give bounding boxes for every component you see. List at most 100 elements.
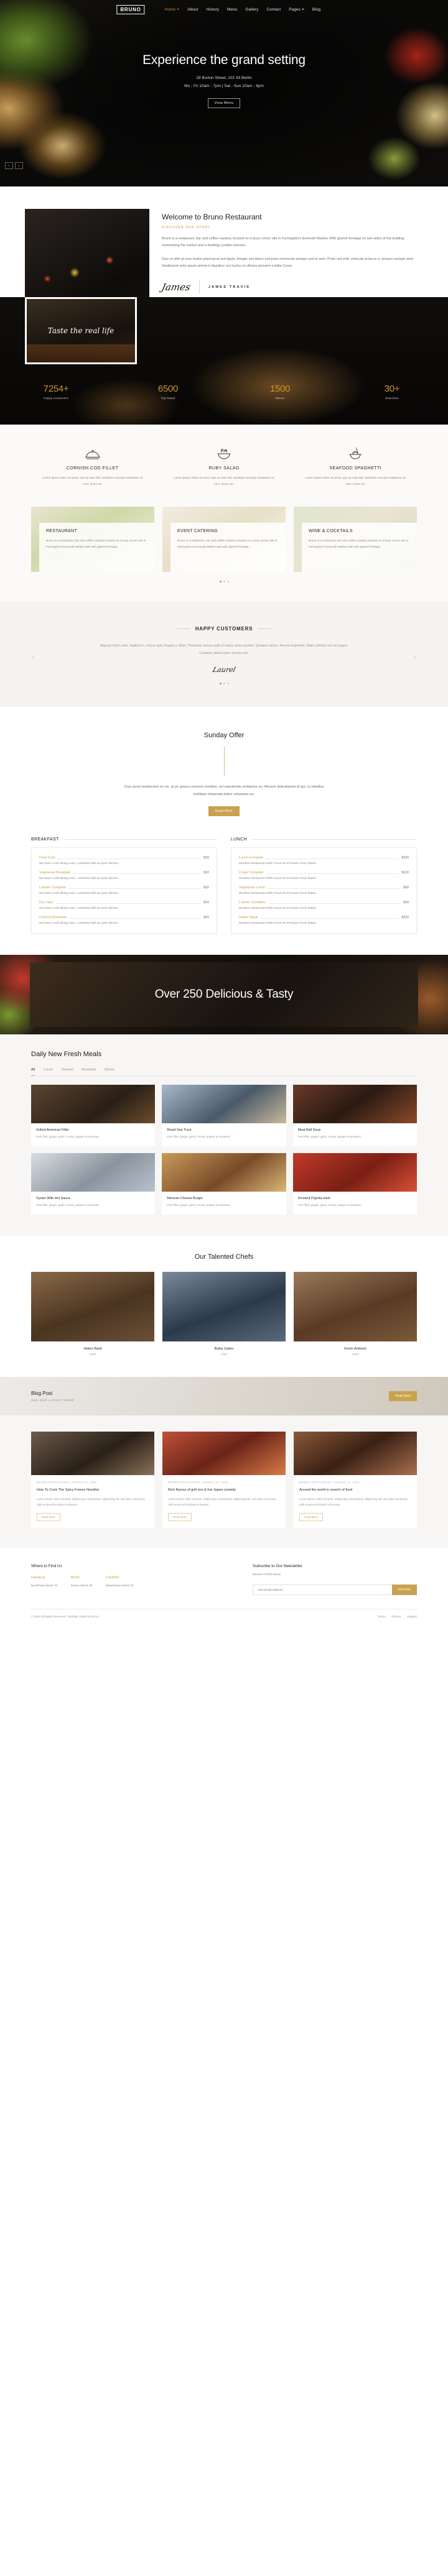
testimonial-prev-icon[interactable]: ‹ [32,654,35,661]
nav-item-home[interactable]: Home [164,7,180,12]
nav-label: Menu [227,7,238,12]
chefs-heading: Our Talented Chefs [194,1253,254,1261]
view-menu-button[interactable]: View Menu [208,98,240,108]
services-carousel-dots [31,572,417,583]
filter-tab-lunch[interactable]: Lunch [44,1068,53,1072]
carousel-dot[interactable] [223,581,225,583]
meal-card[interactable]: Smoked Paprika Ham Pork fillet, ginger, g… [292,1153,417,1215]
stat-label: Happy Customers [44,397,68,400]
dish-desc: Lorem ipsum dolor sit amet, quo at case … [174,477,274,487]
chef-card[interactable]: Baba Jadoo Chef [162,1271,286,1356]
filter-tab-breakfast[interactable]: Breakfast [82,1068,96,1072]
menu-item: Dry Cake $16 We have a soft dining room, c… [39,901,209,910]
meal-card[interactable]: Mexican Cheese Burger Pork fillet, ginger… [162,1153,286,1215]
offer-read-more-button[interactable]: Read More [208,806,240,817]
blog-read-more-button[interactable]: Read More [299,1512,323,1521]
stat-item: 30+ Branches [336,384,448,400]
blog-card[interactable]: BRUNO RESTAURANT | MARCH 12, 2020 Rich fl… [162,1431,286,1528]
nav-item-gallery[interactable]: Gallery [246,7,259,12]
filter-tab-dessert[interactable]: Dessert [62,1068,73,1072]
blog-band-subtitle: SEE OUR LATEST NEWS [31,1398,75,1402]
chevron-down-icon [301,9,304,10]
featured-dishes-section: CORNISH COD FILLET Lorem ipsum dolor sit… [0,425,448,507]
menu-item-price: $60 [403,886,409,890]
menu-item-name: Chinese Breakfast [39,916,67,920]
carousel-dot[interactable] [226,581,229,583]
blog-card[interactable]: BRUNO RESTAURANT | MARCH 12, 2020 How To … [31,1431,154,1528]
site-footer: Where to Find Us Hamburg Burchhard Street… [0,1547,448,1626]
meal-card[interactable]: Roast Sea Trout Pork fillet, ginger, garl… [162,1085,286,1147]
carousel-dot[interactable] [219,683,222,684]
dish-card[interactable]: CORNISH COD FILLET Lorem ipsum dolor sit… [31,446,154,488]
menu-item-desc: Mordern Restaurant With Focus On Premium… [239,877,317,881]
newsletter-subscribe-button[interactable]: Subscribe [391,1584,417,1595]
stat-label: Top Rated [161,397,175,400]
service-card[interactable]: WINE & COCKTAILS Bruno is a restaurant, … [294,507,417,573]
footer-link-support[interactable]: Support [407,1615,417,1618]
menu-column-breakfast: BREAKFAST Fried Cake $20 We have a soft di… [31,837,217,934]
meal-card[interactable]: Meat Ball Soup Pork fillet, ginger, garli… [292,1085,417,1147]
nav-item-menu[interactable]: Menu [227,7,237,12]
newsletter-title: Subscribe to Our Newsletter [253,1563,302,1568]
nav-item-blog[interactable]: Blog [312,7,320,12]
nav-label: History [206,7,220,12]
page-root: BRUNO Home About History Menu Gallery Co… [0,0,448,1626]
menu-item-price: $220 [401,856,409,860]
carousel-dot[interactable] [226,683,229,684]
blog-card[interactable]: BRUNO RESTAURANT | MARCH 12, 2020 Around … [294,1431,417,1528]
blog-read-more-button[interactable]: Read More [37,1512,60,1521]
hero-hours: Mo - Fri 10am - 7pm | Sat - Sun 10am - 6… [184,84,264,89]
chef-photo [31,1271,154,1341]
footer-city: Frankfurt [106,1575,119,1580]
service-card[interactable]: RESTAURANT Bruno is a restaurant, bar an… [31,507,154,573]
meal-desc: Pork fillet, ginger, garlic, honey, pepp… [167,1135,230,1139]
carousel-dot[interactable] [219,581,222,583]
chevron-down-icon [177,9,180,10]
menu-item-price: $20 [403,901,409,905]
promo-banner-section: Over 250 Delicious & Tasty [0,955,448,1035]
nav-item-contact[interactable]: Contact [267,7,281,12]
meal-image [292,1153,417,1192]
nav-label: Blog [312,7,321,12]
carousel-dot[interactable] [223,683,225,684]
filter-tab-all[interactable]: All [31,1068,35,1076]
nav-item-pages[interactable]: Pages [289,7,304,12]
nav-label: About [187,7,198,12]
footer-link-terms[interactable]: Terms [378,1615,385,1618]
newsletter-email-input[interactable] [253,1584,392,1595]
chef-card[interactable]: Helen Bard Chef [31,1271,154,1356]
service-card[interactable]: EVENT CATERING Bruno is a restaurant, ba… [162,507,286,573]
signer-name: JAMES TRAVIS [208,285,251,289]
nav-item-about[interactable]: About [187,7,198,12]
nav-label: Home [164,7,176,12]
leader-dots [268,903,401,904]
footer-city: Hamburg [31,1575,45,1580]
meals-filter-tabs: All Lunch Dessert Breakfast Dinner [31,1068,417,1077]
carousel-prev-icon[interactable]: ‹ [5,162,13,169]
chef-photo [294,1271,417,1341]
testimonial-next-icon[interactable]: › [413,654,416,661]
meal-card[interactable]: Grilled American Fillet Pork fillet, ging… [31,1085,156,1147]
blog-image [294,1431,417,1475]
footer-location: Hamburg Burchhard Street 78 [31,1576,57,1588]
dish-card[interactable]: RUBY SALAD Lorem ipsum dolor sit amet, q… [162,446,285,488]
leader-dots [58,858,201,859]
footer-link-privacy[interactable]: Privacy [391,1615,401,1618]
meal-card[interactable]: Oyster With Hot Sauce Pork fillet, ginger… [31,1153,156,1215]
carousel-next-icon[interactable]: › [15,162,23,169]
blog-band-read-more-button[interactable]: Read More [389,1391,417,1401]
filter-tab-dinner[interactable]: Dinner [105,1068,114,1072]
menu-item-name: Fried Cake [39,856,56,860]
stat-item: 7254+ Happy Customers [0,384,112,400]
chef-name: Kevin Anthoni [344,1346,366,1351]
blog-image [162,1431,286,1475]
meals-heading: Daily New Fresh Meals [31,1051,102,1059]
menu-item-price: $22 [203,871,209,875]
blog-read-more-button[interactable]: Read More [168,1512,192,1521]
nav-item-history[interactable]: History [207,7,220,12]
chef-card[interactable]: Kevin Anthoni Chef [294,1271,417,1356]
dish-card[interactable]: SEAFOOD SPAGHETTI Lorem ipsum dolor sit … [294,446,417,488]
site-logo[interactable]: BRUNO [116,4,145,14]
menu-item-name: Dry Cake [39,901,54,905]
chef-role: Chef [221,1352,227,1356]
